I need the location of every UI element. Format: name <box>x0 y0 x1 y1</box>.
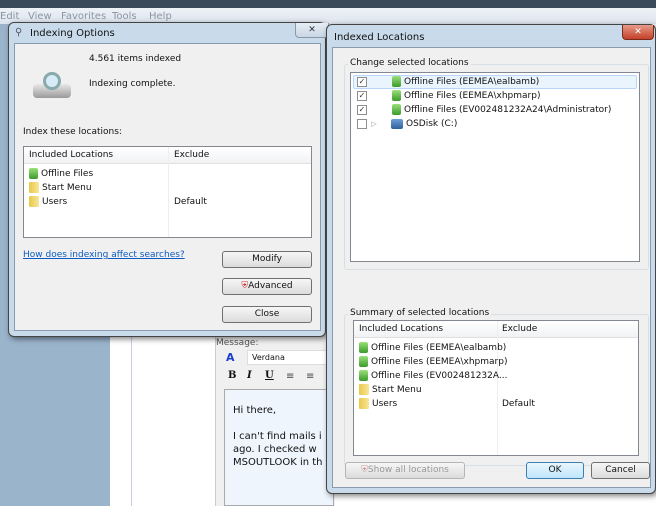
list-item: Users <box>29 195 93 209</box>
exclude-value: Default <box>502 399 535 409</box>
bold-button[interactable]: B <box>228 370 236 381</box>
offline-files-icon <box>392 104 401 115</box>
indexing-status: Indexing complete. <box>89 79 176 89</box>
list-item: Offline Files <box>29 167 93 181</box>
tree-item[interactable]: ▷ OSDisk (C:) <box>357 117 611 131</box>
message-body[interactable]: Hi there, I can't find mails i ago. I ch… <box>224 389 334 506</box>
offline-files-icon <box>392 90 401 101</box>
checkbox[interactable]: ✓ <box>357 104 367 115</box>
uac-shield-icon: ⛨ <box>361 465 368 475</box>
change-locations-label: Change selected locations <box>348 58 471 68</box>
align-left-icon[interactable]: ≡ <box>286 371 294 382</box>
list-header: Included Locations Exclude <box>354 321 638 338</box>
list-item: Start Menu <box>359 383 507 397</box>
indexed-locations-body: Change selected locations ✓ Offline Files… <box>332 47 651 488</box>
message-line: MSOUTLOOK in th <box>233 457 323 468</box>
remove-format-icon[interactable]: A <box>226 351 235 364</box>
list-item: Offline Files (EV002481232A... <box>359 369 507 383</box>
list-item: Offline Files (EEMEA\xhpmarp) <box>359 355 507 369</box>
list-item: Start Menu <box>29 181 93 195</box>
font-select[interactable]: Verdana <box>247 350 332 365</box>
locations-tree[interactable]: ✓ Offline Files (EEMEA\ealbamb) ✓ Offline … <box>350 72 640 262</box>
offline-files-icon <box>359 342 368 353</box>
tree-item[interactable]: ✓ Offline Files (EEMEA\ealbamb) <box>357 75 611 89</box>
offline-files-icon <box>392 76 401 87</box>
indexed-locations-window: Indexed Locations ✕ Change selected loca… <box>326 24 656 494</box>
list-item: Offline Files (EEMEA\ealbamb) <box>359 341 507 355</box>
tree-item[interactable]: ✓ Offline Files (EEMEA\xhpmarp) <box>357 89 611 103</box>
indexing-icon: ⚲ <box>15 27 23 38</box>
checkbox[interactable]: ✓ <box>357 90 367 101</box>
underline-button[interactable]: U <box>265 370 274 381</box>
column-header-exclude[interactable]: Exclude <box>502 321 537 337</box>
checkbox[interactable]: ✓ <box>357 76 367 87</box>
close-button[interactable]: Close <box>222 306 312 323</box>
folder-icon <box>359 384 369 395</box>
close-window-button[interactable]: ✕ <box>295 23 329 38</box>
close-window-button[interactable]: ✕ <box>622 25 654 40</box>
offline-files-icon <box>29 168 38 179</box>
message-line: I can't find mails i <box>233 431 322 442</box>
italic-button[interactable]: I <box>247 370 252 381</box>
menu-help[interactable]: Help <box>149 11 172 22</box>
column-header-included[interactable]: Included Locations <box>29 147 113 163</box>
message-label: Message: <box>216 338 259 348</box>
tree-item[interactable]: ✓ Offline Files (EV002481232A24\Administr… <box>357 103 611 117</box>
items-indexed-count: 4.561 items indexed <box>89 54 182 64</box>
help-link[interactable]: How does indexing affect searches? <box>23 250 185 260</box>
offline-files-icon <box>359 370 368 381</box>
message-line: ago. I checked w <box>233 444 317 455</box>
expand-arrow-icon[interactable]: ▷ <box>367 117 381 131</box>
exclude-value: Default <box>174 197 207 207</box>
indexing-options-body: 4.561 items indexed Indexing complete. I… <box>14 43 321 331</box>
advanced-button[interactable]: ⛨Advanced <box>222 278 312 295</box>
folder-icon <box>359 398 369 409</box>
window-title: Indexing Options <box>30 28 115 39</box>
offline-files-icon <box>359 356 368 367</box>
disk-icon <box>391 118 403 129</box>
included-locations-list[interactable]: Included Locations Exclude Offline Files… <box>23 146 312 238</box>
ok-button[interactable]: OK <box>526 462 584 479</box>
summary-list[interactable]: Included Locations Exclude Offline Files… <box>353 320 639 456</box>
menu-edit[interactable]: Edit <box>0 11 19 22</box>
window-title: Indexed Locations <box>334 32 425 43</box>
checkbox[interactable] <box>357 118 367 129</box>
modify-button[interactable]: Modify <box>222 251 312 268</box>
folder-icon <box>29 196 39 207</box>
indexing-options-window: ⚲ Indexing Options ✕ 4.561 items indexed… <box>8 22 329 337</box>
message-line: Hi there, <box>233 405 277 416</box>
folder-icon <box>29 182 39 193</box>
menu-favorites[interactable]: Favorites <box>61 11 106 22</box>
show-all-locations-button[interactable]: ⛨Show all locations <box>345 462 465 479</box>
column-header-included[interactable]: Included Locations <box>359 321 443 337</box>
indexing-drive-icon <box>31 72 73 98</box>
menu-tools[interactable]: Tools <box>112 11 137 22</box>
align-center-icon[interactable]: ≡ <box>306 371 314 382</box>
locations-label: Index these locations: <box>23 127 122 137</box>
menu-view[interactable]: View <box>28 11 52 22</box>
cancel-button[interactable]: Cancel <box>591 462 650 479</box>
column-header-exclude[interactable]: Exclude <box>174 147 209 163</box>
list-item: Users <box>359 397 507 411</box>
summary-label: Summary of selected locations <box>348 308 492 318</box>
browser-top-edge <box>0 0 656 8</box>
